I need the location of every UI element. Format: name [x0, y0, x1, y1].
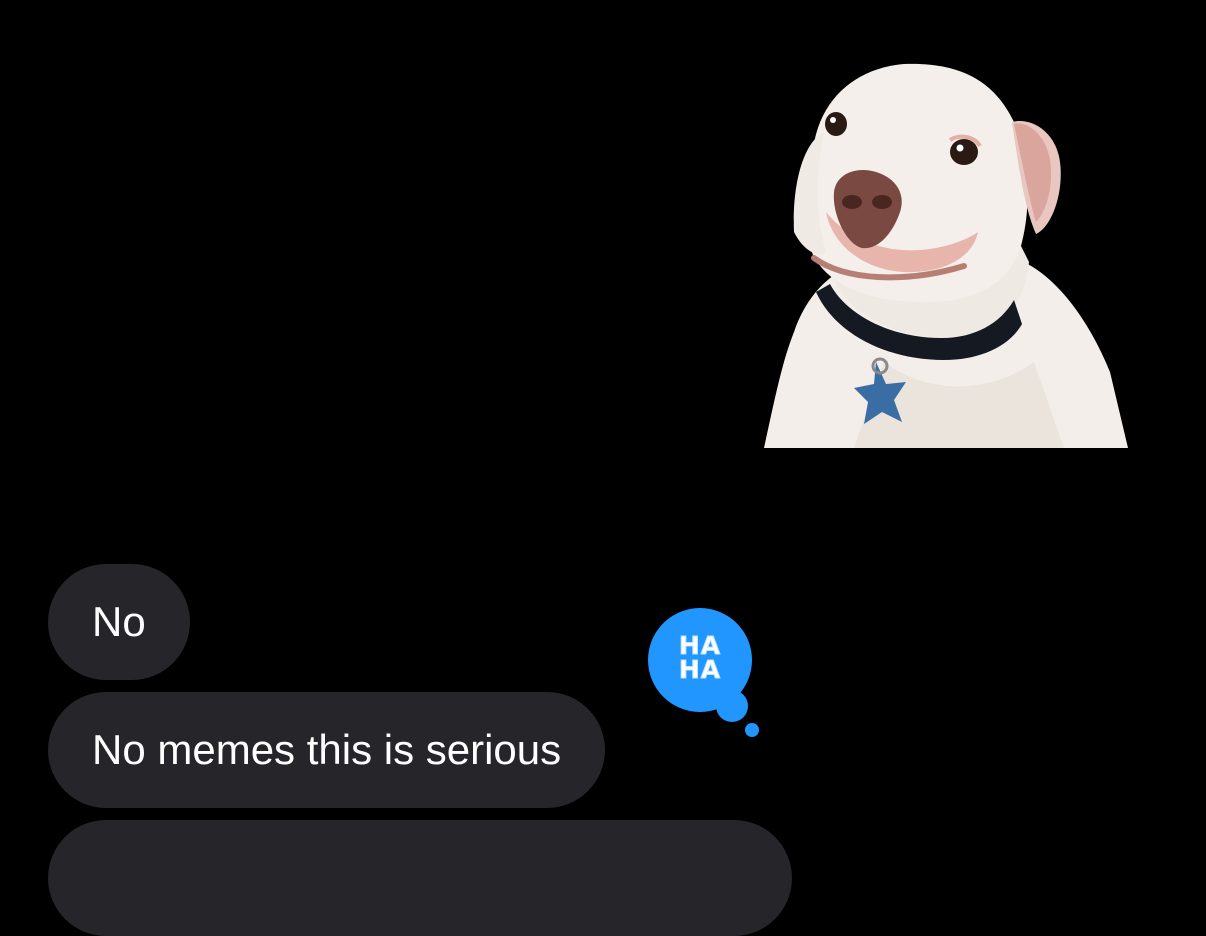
message-bubble[interactable]: No memes this is serious	[48, 692, 606, 808]
message-text: No	[92, 598, 146, 645]
tapback-label: HA HA	[648, 633, 752, 684]
dog-sticker[interactable]	[764, 62, 1128, 448]
tapback-label-line2: HA	[678, 655, 722, 684]
message-text: No memes this is serious	[92, 726, 562, 773]
haha-tapback[interactable]: HA HA	[648, 608, 764, 744]
message-thread: No No memes this is serious HA HA	[0, 0, 1206, 936]
dog-sticker-icon	[764, 63, 1128, 448]
message-bubble[interactable]	[48, 820, 792, 936]
message-bubble[interactable]: No	[48, 564, 190, 680]
